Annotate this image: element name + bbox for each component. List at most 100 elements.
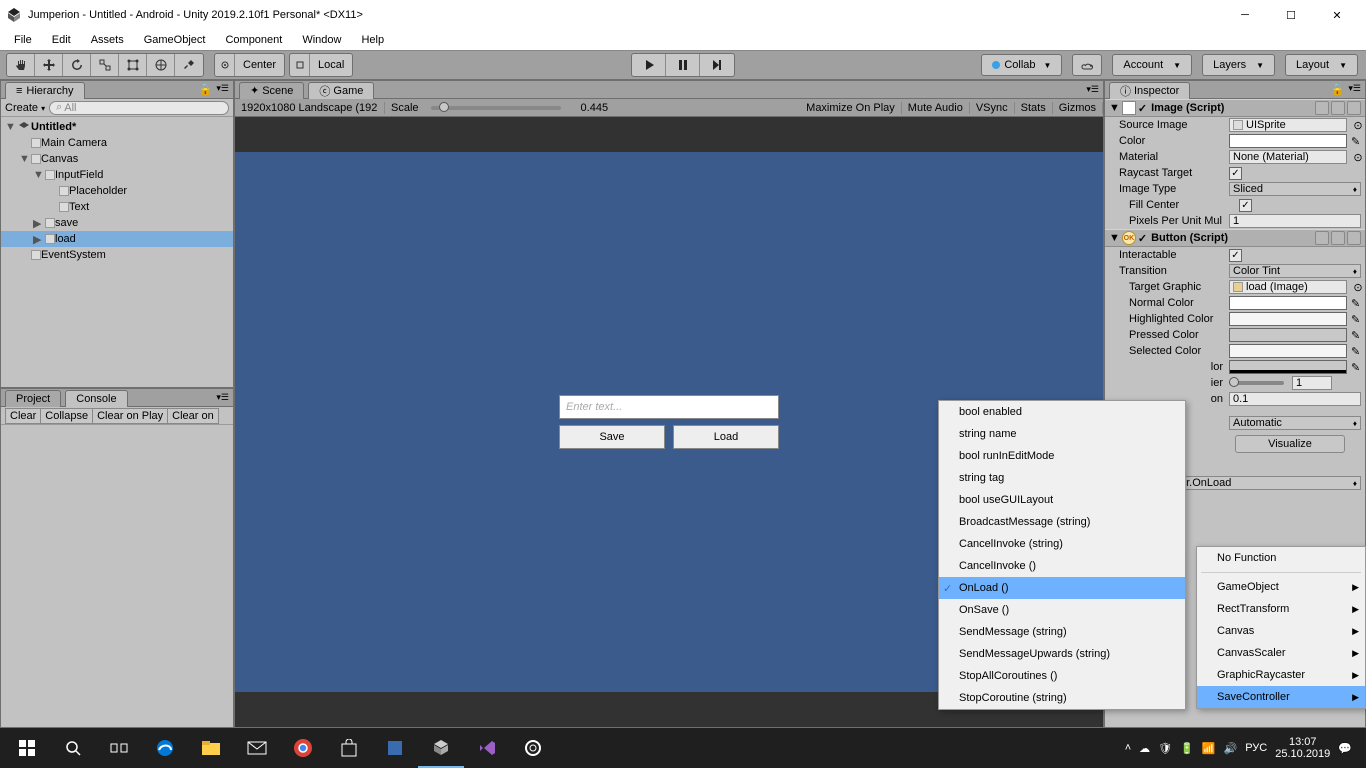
interactable-checkbox[interactable]: ✓ <box>1229 249 1242 262</box>
menu-window[interactable]: Window <box>294 34 349 46</box>
ctx-item-gameobject[interactable]: GameObject▶ <box>1197 576 1365 598</box>
tree-item-eventsystem[interactable]: EventSystem <box>1 247 233 263</box>
tree-item-inputfield[interactable]: ▼ InputField <box>1 167 233 183</box>
eyedropper-icon[interactable]: ✎ <box>1351 313 1365 326</box>
ctx-item-savecontroller[interactable]: SaveController▶ <box>1197 686 1365 708</box>
create-dropdown[interactable]: Create ▾ <box>5 102 45 114</box>
tree-item-save[interactable]: ▶ save <box>1 215 233 231</box>
preset-icon[interactable] <box>1331 231 1345 245</box>
rect-tool[interactable] <box>119 54 147 76</box>
scene-row[interactable]: ▼Untitled* <box>1 119 233 135</box>
maximize-button[interactable]: ☐ <box>1268 0 1314 30</box>
ctx-item-canvasscaler[interactable]: CanvasScaler▶ <box>1197 642 1365 664</box>
cloud-button[interactable] <box>1072 54 1102 76</box>
fillcenter-checkbox[interactable]: ✓ <box>1239 199 1252 212</box>
tree-item-placeholder[interactable]: Placeholder <box>1 183 233 199</box>
visualize-button[interactable]: Visualize <box>1235 435 1345 453</box>
menu-gameobject[interactable]: GameObject <box>136 34 214 46</box>
button-enabled-checkbox[interactable]: ✓ <box>1138 232 1147 245</box>
ctx-item-onsave[interactable]: OnSave () <box>939 599 1185 621</box>
menu-assets[interactable]: Assets <box>83 34 132 46</box>
vsync-toggle[interactable]: VSync <box>970 102 1015 114</box>
tray-onedrive-icon[interactable]: ☁ <box>1139 742 1150 755</box>
taskbar-chrome[interactable] <box>280 728 326 768</box>
stats-toggle[interactable]: Stats <box>1015 102 1053 114</box>
panel-lock-icon[interactable]: 🔒 <box>1331 83 1345 96</box>
source-image-field[interactable]: UISprite <box>1229 118 1347 132</box>
taskbar-explorer[interactable] <box>188 728 234 768</box>
hand-tool[interactable] <box>7 54 35 76</box>
panel-menu-icon[interactable]: ▾☰ <box>216 83 229 96</box>
ctx-item-stopallcoroutines[interactable]: StopAllCoroutines () <box>939 665 1185 687</box>
pixels-field[interactable]: 1 <box>1229 214 1361 228</box>
menu-file[interactable]: File <box>6 34 40 46</box>
normal-color-field[interactable] <box>1229 296 1347 310</box>
ctx-item-tag[interactable]: string tag <box>939 467 1185 489</box>
game-input-field[interactable]: Enter text... <box>559 395 779 419</box>
gear-icon[interactable] <box>1347 101 1361 115</box>
panel-menu-icon[interactable]: ▾☰ <box>1348 83 1361 96</box>
console-collapse-button[interactable]: Collapse <box>41 408 93 424</box>
selected-color-field[interactable] <box>1229 344 1347 358</box>
panel-lock-icon[interactable]: 🔒 <box>199 83 213 96</box>
ctx-item-runineditmode[interactable]: bool runInEditMode <box>939 445 1185 467</box>
ctx-item-stopcoroutine[interactable]: StopCoroutine (string) <box>939 687 1185 709</box>
gear-icon[interactable] <box>1347 231 1361 245</box>
object-picker-icon[interactable]: ⊙ <box>1351 151 1365 164</box>
game-load-button[interactable]: Load <box>673 425 779 449</box>
rotation-local-button[interactable]: Local <box>310 54 352 76</box>
mute-toggle[interactable]: Mute Audio <box>902 102 970 114</box>
preset-icon[interactable] <box>1331 101 1345 115</box>
eyedropper-icon[interactable]: ✎ <box>1351 329 1365 342</box>
help-icon[interactable] <box>1315 231 1329 245</box>
taskbar-app2[interactable] <box>510 728 556 768</box>
ctx-item-name[interactable]: string name <box>939 423 1185 445</box>
pause-button[interactable] <box>666 54 700 76</box>
transition-dropdown[interactable]: Color Tint♦ <box>1229 264 1361 278</box>
search-button[interactable] <box>50 728 96 768</box>
close-button[interactable]: ✕ <box>1314 0 1360 30</box>
object-picker-icon[interactable]: ⊙ <box>1351 119 1365 132</box>
pressed-color-field[interactable] <box>1229 328 1347 342</box>
help-icon[interactable] <box>1315 101 1329 115</box>
tree-item-text[interactable]: Text <box>1 199 233 215</box>
menu-help[interactable]: Help <box>353 34 392 46</box>
taskbar-store[interactable] <box>326 728 372 768</box>
tray-wifi-icon[interactable]: 📶 <box>1202 742 1216 755</box>
scale-tool[interactable] <box>91 54 119 76</box>
panel-menu-icon[interactable]: ▾☰ <box>1086 84 1099 95</box>
resolution-dropdown[interactable]: 1920x1080 Landscape (192 <box>235 102 385 114</box>
rotate-tool[interactable] <box>63 54 91 76</box>
navigation-dropdown[interactable]: Automatic♦ <box>1229 416 1361 430</box>
gizmos-dropdown[interactable]: Gizmos <box>1053 102 1103 114</box>
taskbar-edge[interactable] <box>142 728 188 768</box>
tray-notifications-icon[interactable]: 💬 <box>1338 742 1352 755</box>
move-tool[interactable] <box>35 54 63 76</box>
ctx-item-canvas[interactable]: Canvas▶ <box>1197 620 1365 642</box>
scene-tab[interactable]: ✦Scene <box>239 82 304 99</box>
image-component-header[interactable]: ▼ ✓ Image (Script) <box>1105 99 1365 117</box>
pivot-center-button[interactable]: Center <box>235 54 284 76</box>
raycast-checkbox[interactable]: ✓ <box>1229 167 1242 180</box>
object-picker-icon[interactable]: ⊙ <box>1351 281 1365 294</box>
console-clearon-button[interactable]: Clear on <box>168 408 219 424</box>
ctx-item-enabled[interactable]: bool enabled <box>939 401 1185 423</box>
taskview-button[interactable] <box>96 728 142 768</box>
image-enabled-checkbox[interactable]: ✓ <box>1138 102 1147 115</box>
disabled-color-field[interactable] <box>1229 360 1347 374</box>
material-field[interactable]: None (Material) <box>1229 150 1347 164</box>
ctx-item-sendmessage[interactable]: SendMessage (string) <box>939 621 1185 643</box>
menu-edit[interactable]: Edit <box>44 34 79 46</box>
start-button[interactable] <box>4 728 50 768</box>
account-dropdown[interactable]: Account ▼ <box>1112 54 1192 76</box>
tray-volume-icon[interactable]: 🔊 <box>1224 742 1238 755</box>
tree-item-canvas[interactable]: ▼ Canvas <box>1 151 233 167</box>
taskbar-unity[interactable] <box>418 728 464 768</box>
play-button[interactable] <box>632 54 666 76</box>
fade-duration-field[interactable]: 0.1 <box>1229 392 1361 406</box>
hierarchy-search[interactable]: ⌕All <box>49 101 229 115</box>
tray-expand-icon[interactable]: ˄ <box>1125 742 1131 754</box>
layers-dropdown[interactable]: Layers ▼ <box>1202 54 1275 76</box>
eyedropper-icon[interactable]: ✎ <box>1351 135 1365 148</box>
console-tab[interactable]: Console <box>65 390 127 407</box>
